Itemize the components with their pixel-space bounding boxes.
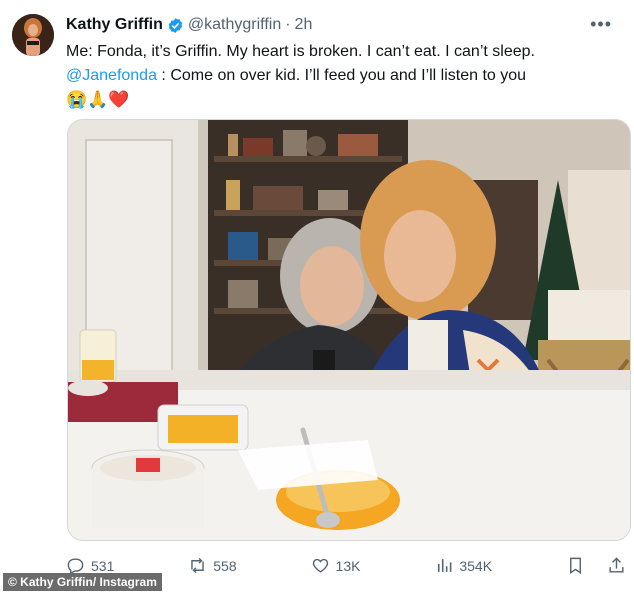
share-icon[interactable]: [607, 556, 626, 575]
author-name[interactable]: Kathy Griffin: [66, 16, 163, 34]
mention-link[interactable]: @Janefonda: [66, 67, 157, 84]
post-header: Kathy Griffin @kathygriffin · 2h: [66, 16, 312, 34]
post-text-line-2-rest: : Come on over kid. I’ll feed you and I’…: [156, 67, 527, 84]
repost-count: 558: [213, 557, 237, 574]
like-icon: [312, 558, 328, 573]
photo-credit: © Kathy Griffin/ Instagram: [3, 573, 162, 591]
author-avatar[interactable]: [12, 14, 54, 56]
post-emojis: 😭🙏❤️: [66, 90, 130, 109]
repost-button[interactable]: 558: [188, 556, 237, 575]
post-text-line-2: @Janefonda : Come on over kid. I’ll feed…: [66, 64, 621, 88]
views-count: 354K: [459, 557, 493, 574]
reply-count: 531: [91, 557, 115, 574]
more-options-icon[interactable]: •••: [590, 14, 612, 35]
views-button[interactable]: 354K: [434, 556, 492, 575]
verified-badge-icon: [167, 17, 184, 34]
post-text-line-1: Me: Fonda, it’s Griffin. My heart is bro…: [66, 43, 535, 60]
post-photo[interactable]: [67, 119, 631, 541]
secondary-actions: [566, 556, 626, 575]
like-button[interactable]: 13K: [311, 556, 361, 575]
like-count: 13K: [335, 557, 361, 574]
post-text: Me: Fonda, it’s Griffin. My heart is bro…: [66, 40, 621, 112]
repost-icon: [191, 557, 205, 574]
views-icon: [438, 559, 452, 572]
separator-dot: ·: [285, 16, 291, 33]
post-timestamp[interactable]: 2h: [295, 16, 313, 34]
bookmark-icon[interactable]: [566, 556, 585, 575]
author-handle[interactable]: @kathygriffin: [188, 16, 281, 34]
